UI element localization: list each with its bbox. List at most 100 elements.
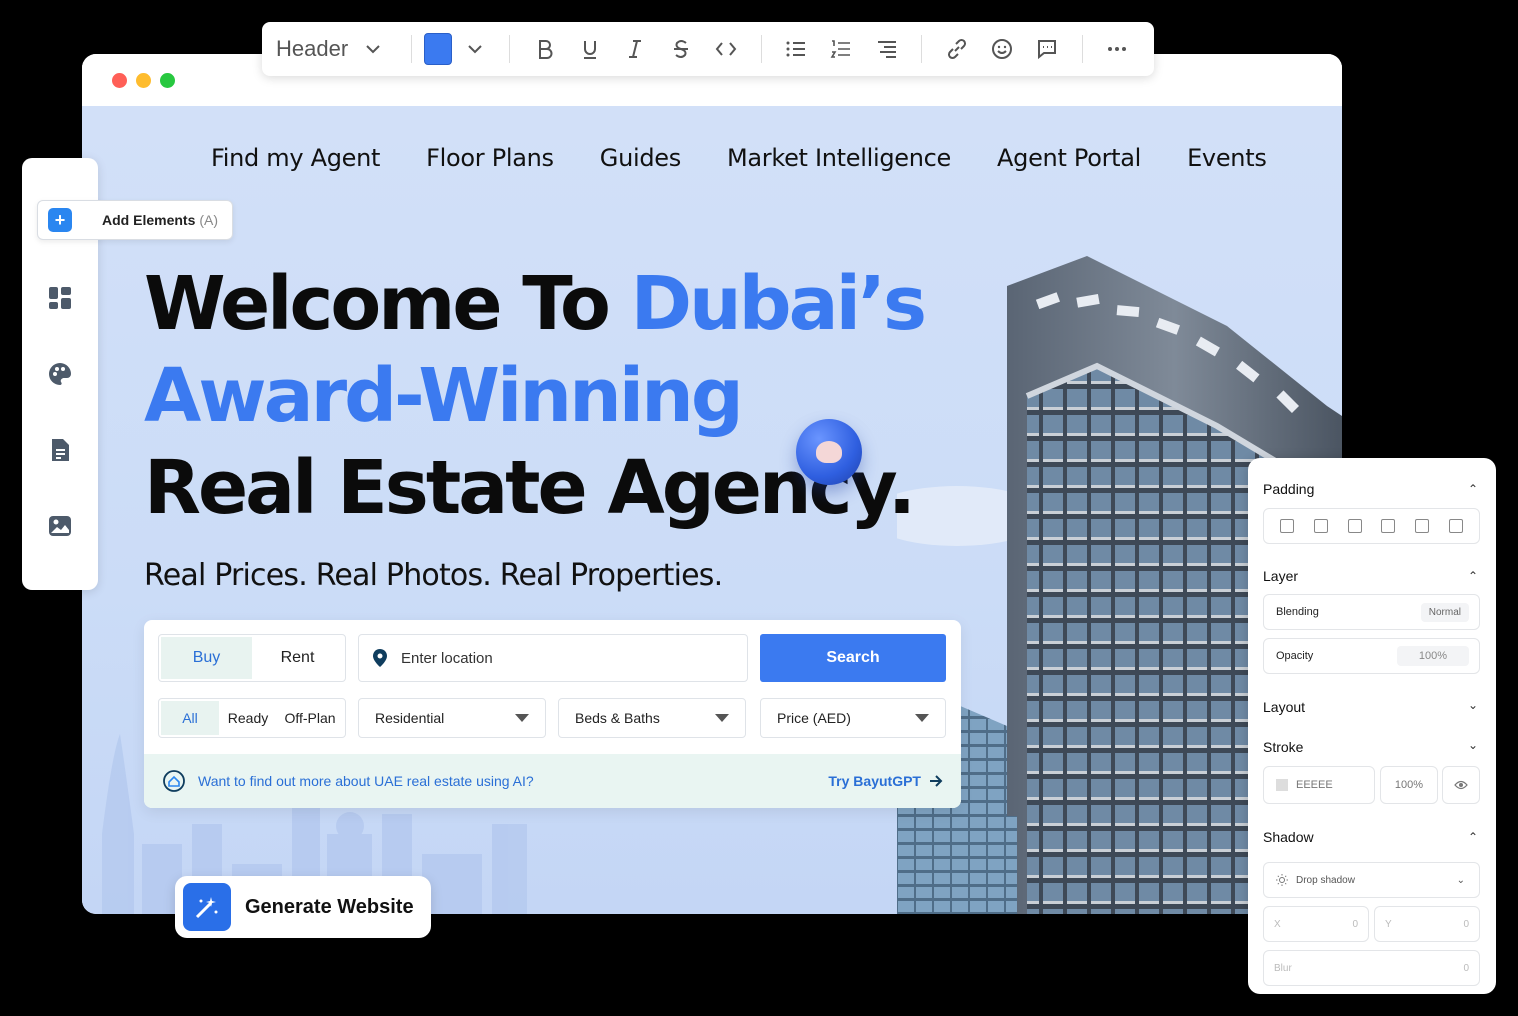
hero-headline: Welcome To Dubai’s Award-Winning Real Es… [144,258,928,534]
page-icon[interactable] [48,438,72,462]
stroke-color-field[interactable]: EEEEE [1263,766,1375,804]
chevron-down-icon[interactable]: ⌄ [1468,738,1478,752]
numbered-list-icon[interactable] [825,30,858,68]
price-select[interactable]: Price (AED) [760,698,946,738]
chevron-up-icon[interactable]: ⌃ [1468,830,1478,844]
location-pin-icon [373,649,387,667]
beds-baths-value: Beds & Baths [575,710,660,726]
try-bayutgpt-label: Try BayutGPT [828,773,921,789]
blending-label: Blending [1276,606,1319,618]
text-color-swatch[interactable] [423,33,453,65]
chevron-down-icon: ⌄ [1456,874,1465,886]
more-options-icon[interactable] [1101,30,1134,68]
align-bottom-icon[interactable] [1347,519,1362,533]
nav-market-intelligence[interactable]: Market Intelligence [727,144,951,172]
magic-wand-icon [183,883,231,931]
blending-select[interactable]: Blending Normal [1263,594,1480,630]
property-type-value: Residential [375,710,445,726]
chevron-up-icon[interactable]: ⌃ [1468,482,1478,496]
nav-find-my-agent[interactable]: Find my Agent [211,144,380,172]
search-button[interactable]: Search [760,634,946,682]
layout-grid-icon[interactable] [48,286,72,310]
try-bayutgpt-link[interactable]: Try BayutGPT [828,773,943,789]
property-search-card: Buy Rent Enter location Search All Ready… [144,620,961,808]
nav-floor-plans[interactable]: Floor Plans [426,144,554,172]
eye-icon[interactable] [1442,766,1480,804]
location-input[interactable]: Enter location [358,634,748,682]
add-elements-button[interactable]: + Add Elements (A) [37,200,233,240]
align-left-icon[interactable] [1279,519,1294,533]
shadow-y-label: Y [1385,918,1392,930]
caret-down-icon [715,714,729,722]
layout-section-title: Layout [1263,699,1306,715]
website-preview: Find my Agent Floor Plans Guides Market … [82,106,1342,914]
caret-down-icon [515,714,529,722]
ai-prompt-text: Want to find out more about UAE real est… [198,773,534,789]
italic-icon[interactable] [619,30,652,68]
link-icon[interactable] [940,30,973,68]
ai-promo-bar: Want to find out more about UAE real est… [144,754,961,808]
chevron-up-icon[interactable]: ⌃ [1468,569,1478,583]
headline-part-2: Dubai’s [630,261,928,347]
shadow-blur-field[interactable]: Blur 0 [1263,950,1480,986]
shadow-blur-label: Blur [1274,962,1292,974]
block-type-dropdown[interactable]: Header [276,36,381,62]
shadow-type-value: Drop shadow [1296,874,1355,886]
align-center-horizontal-icon[interactable] [1449,519,1464,533]
align-center-vertical-icon[interactable] [1415,519,1430,533]
properties-panel: Padding ⌃ Layer ⌃ Blending Normal Opacit… [1248,458,1496,994]
color-dropdown-chevron-icon[interactable] [458,30,491,68]
stroke-opacity-field[interactable]: 100% [1380,766,1438,804]
arrow-right-icon [930,775,943,787]
nav-agent-portal[interactable]: Agent Portal [997,144,1141,172]
shadow-type-select[interactable]: Drop shadow ⌄ [1263,862,1480,898]
purpose-toggle: Buy Rent [158,634,346,682]
nav-guides[interactable]: Guides [600,144,681,172]
opacity-field[interactable]: Opacity 100% [1263,638,1480,674]
purpose-buy[interactable]: Buy [161,637,252,679]
comment-icon[interactable] [1031,30,1064,68]
plus-icon: + [48,208,72,232]
generate-website-button[interactable]: Generate Website [175,876,431,938]
align-right-icon[interactable] [870,30,903,68]
underline-icon[interactable] [574,30,607,68]
maximize-window-button[interactable] [160,73,175,88]
shadow-x-label: X [1274,918,1281,930]
strikethrough-icon[interactable] [664,30,697,68]
emoji-icon[interactable] [985,30,1018,68]
status-ready[interactable]: Ready [219,701,277,735]
nav-events[interactable]: Events [1187,144,1267,172]
bold-icon[interactable] [528,30,561,68]
layer-section-title: Layer [1263,568,1299,584]
chevron-down-icon[interactable]: ⌄ [1468,698,1478,712]
stroke-section-title: Stroke [1263,739,1304,755]
shadow-x-value: 0 [1352,918,1358,930]
sun-icon [1276,874,1288,886]
close-window-button[interactable] [112,73,127,88]
code-icon[interactable] [709,30,742,68]
heart-bubble-icon [796,419,862,485]
shadow-section-title: Shadow [1263,829,1314,845]
minimize-window-button[interactable] [136,73,151,88]
opacity-label: Opacity [1276,650,1314,662]
status-off-plan[interactable]: Off-Plan [277,701,343,735]
add-elements-shortcut: (A) [199,212,219,228]
palette-icon[interactable] [48,362,72,386]
headline-part-1: Welcome To [144,261,631,347]
align-right-icon[interactable] [1313,519,1328,533]
purpose-rent[interactable]: Rent [252,637,343,679]
property-type-select[interactable]: Residential [358,698,546,738]
stroke-opacity-value: 100% [1394,779,1424,791]
shadow-y-field[interactable]: Y 0 [1374,906,1480,942]
align-top-icon[interactable] [1381,519,1396,533]
shadow-x-field[interactable]: X 0 [1263,906,1369,942]
padding-section-title: Padding [1263,481,1315,497]
beds-baths-select[interactable]: Beds & Baths [558,698,746,738]
status-all[interactable]: All [161,701,219,735]
bayut-gpt-icon [163,770,185,792]
image-icon[interactable] [48,514,72,538]
opacity-value: 100% [1396,646,1469,666]
text-format-toolbar: Header [262,22,1154,76]
bullet-list-icon[interactable] [779,30,812,68]
blending-value: Normal [1420,602,1469,622]
